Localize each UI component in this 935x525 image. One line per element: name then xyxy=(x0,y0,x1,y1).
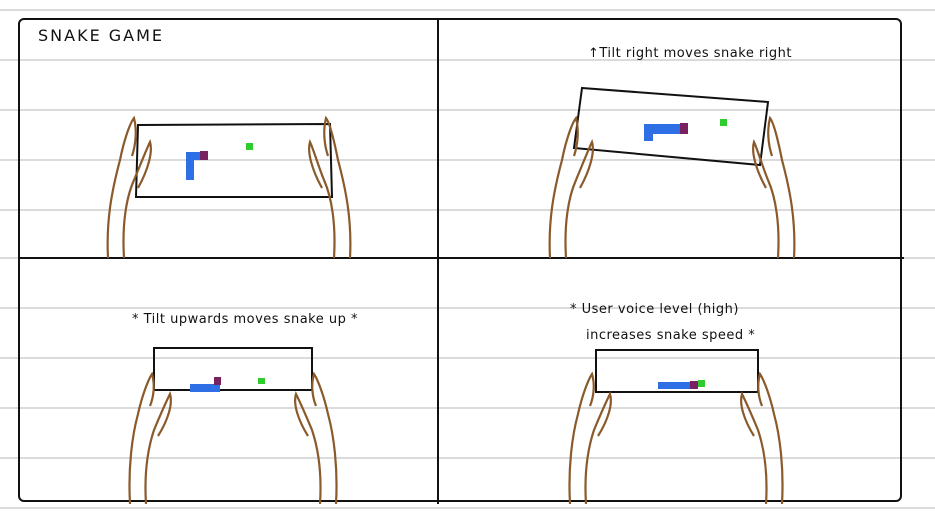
snake-icon xyxy=(186,151,208,180)
storyboard-frame: SNAKE GAME ↑Tilt right moves snake right… xyxy=(18,18,904,504)
right-hand-icon xyxy=(740,371,784,504)
panel-1: SNAKE GAME xyxy=(20,20,438,258)
food-icon xyxy=(246,143,253,150)
phone-outline xyxy=(153,347,313,391)
panel-1-sketch xyxy=(106,115,352,258)
panel-3-sketch xyxy=(128,347,338,504)
snake-body xyxy=(644,124,653,141)
snake-body xyxy=(658,382,690,389)
panel-3: * Tilt upwards moves snake up * xyxy=(20,258,438,504)
snake-head xyxy=(200,151,208,160)
left-hand-icon xyxy=(548,115,594,258)
right-hand-icon xyxy=(752,115,796,258)
snake-icon xyxy=(658,381,698,389)
panel-2: ↑Tilt right moves snake right xyxy=(438,20,904,258)
snake-body xyxy=(186,152,200,160)
food-icon xyxy=(258,378,265,384)
panel-4-sketch xyxy=(568,349,784,504)
snake-head xyxy=(214,377,221,385)
snake-head xyxy=(690,381,698,389)
food-icon xyxy=(720,119,727,126)
left-hand-icon xyxy=(128,371,172,504)
snake-head xyxy=(680,123,688,134)
left-hand-icon xyxy=(106,115,152,258)
food-icon xyxy=(698,380,705,387)
snake-body xyxy=(190,384,218,392)
phone-outline xyxy=(134,122,334,198)
panel-2-sketch xyxy=(548,86,796,258)
snake-icon xyxy=(644,123,688,141)
left-hand-icon xyxy=(568,371,612,504)
right-hand-icon xyxy=(294,371,338,504)
snake-icon xyxy=(190,377,221,392)
panel-4: * User voice level (high) increases snak… xyxy=(438,258,904,504)
